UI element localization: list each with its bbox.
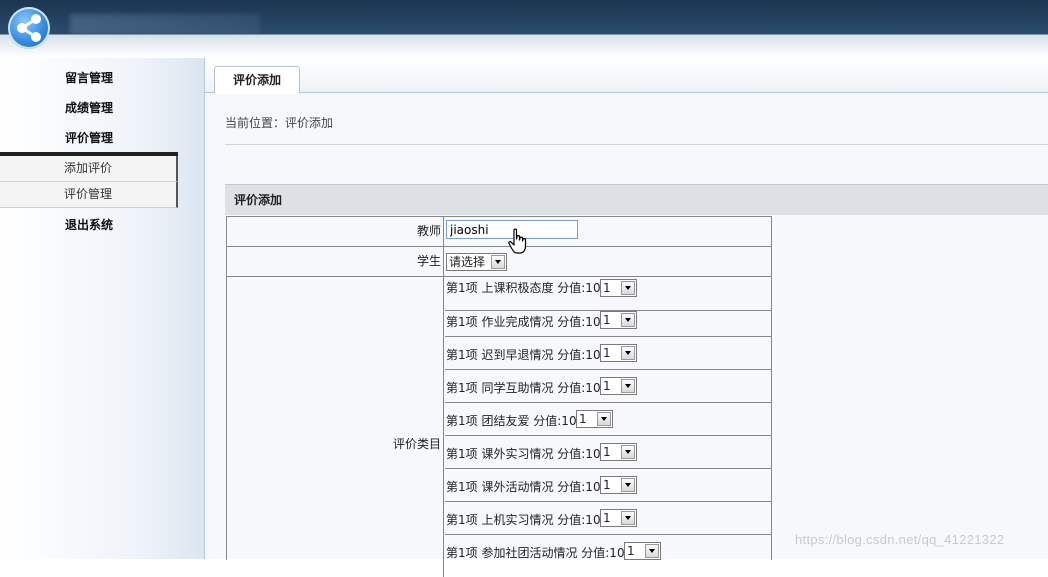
student-label: 学生 (227, 247, 444, 276)
list-item: 第1项 同学互助情况 分值:10 1 (445, 369, 771, 403)
divider (225, 144, 1048, 145)
sidebar-item-logout[interactable]: 退出系统 (0, 215, 178, 235)
list-item: 第1项 课外实习情况 分值:10 1 (445, 435, 771, 469)
chevron-down-icon (621, 313, 635, 327)
sidebar-submenu: 添加评价 评价管理 (0, 152, 178, 208)
app-logo-icon (8, 7, 50, 49)
list-item: 第1项 团结友爱 分值:10 1 (445, 402, 771, 436)
teacher-label: 教师 (227, 217, 444, 246)
score-select[interactable]: 1 (624, 542, 661, 560)
list-item: 第1项 课外活动情况 分值:10 1 (445, 468, 771, 502)
sidebar-item-messages[interactable]: 留言管理 (0, 68, 178, 88)
teacher-row: 教师 (227, 217, 771, 247)
tab-add-evaluation[interactable]: 评价添加 (214, 66, 300, 94)
chevron-down-icon (621, 478, 635, 492)
chevron-down-icon (621, 281, 635, 295)
chevron-down-icon (597, 412, 611, 426)
score-select[interactable]: 1 (600, 311, 637, 329)
score-select[interactable]: 1 (600, 279, 637, 297)
chevron-down-icon (621, 511, 635, 525)
evaluation-form: 教师 学生 请选择 评价类目 第1项 上课积极态度 分值:10 1 (226, 216, 772, 577)
score-select[interactable]: 1 (576, 410, 613, 428)
app-header (0, 0, 1048, 58)
sidebar-item-grades[interactable]: 成绩管理 (0, 98, 178, 118)
list-item: 第1项 参加社团活动情况 分值:10 1 (445, 534, 771, 567)
watermark-text: https://blog.csdn.net/qq_41221322 (795, 532, 1005, 547)
main-content: 评价添加 当前位置：评价添加 评价添加 教师 学生 请选择 评价类目 (205, 58, 1048, 577)
chevron-down-icon (621, 346, 635, 360)
list-item: 第1项 上机实习情况 分值:10 1 (445, 501, 771, 535)
category-row: 评价类目 第1项 上课积极态度 分值:10 1 第1项 作业完成情况 分值:10… (227, 277, 771, 577)
chevron-down-icon (621, 445, 635, 459)
breadcrumb: 当前位置：评价添加 (225, 116, 334, 130)
student-row: 学生 请选择 (227, 247, 771, 277)
score-select[interactable]: 1 (600, 509, 637, 527)
score-select[interactable]: 1 (600, 344, 637, 362)
sidebar-subitem-manage-evaluations[interactable]: 评价管理 (0, 182, 178, 208)
student-select[interactable]: 请选择 (446, 253, 507, 271)
chevron-down-icon (491, 255, 505, 269)
tab-bar: 评价添加 (205, 58, 1048, 94)
section-title: 评价添加 (225, 184, 1048, 215)
chevron-down-icon (645, 544, 659, 558)
sidebar: 留言管理 成绩管理 评价管理 添加评价 评价管理 退出系统 (0, 58, 205, 559)
category-items: 第1项 上课积极态度 分值:10 1 第1项 作业完成情况 分值:10 1 第1… (445, 277, 771, 577)
sidebar-subitem-add-evaluation[interactable]: 添加评价 (0, 156, 178, 182)
chevron-down-icon (621, 379, 635, 393)
score-select[interactable]: 1 (600, 377, 637, 395)
list-item: 第1项 迟到早退情况 分值:10 1 (445, 336, 771, 370)
score-select[interactable]: 1 (600, 476, 637, 494)
app-title-blurred (70, 14, 260, 34)
hand-cursor-icon (508, 228, 527, 254)
category-label: 评价类目 (227, 277, 444, 577)
score-select[interactable]: 1 (600, 443, 637, 461)
list-item: 第1项 作业完成情况 分值:10 1 (445, 303, 771, 337)
sidebar-item-evaluations[interactable]: 评价管理 (0, 128, 178, 148)
